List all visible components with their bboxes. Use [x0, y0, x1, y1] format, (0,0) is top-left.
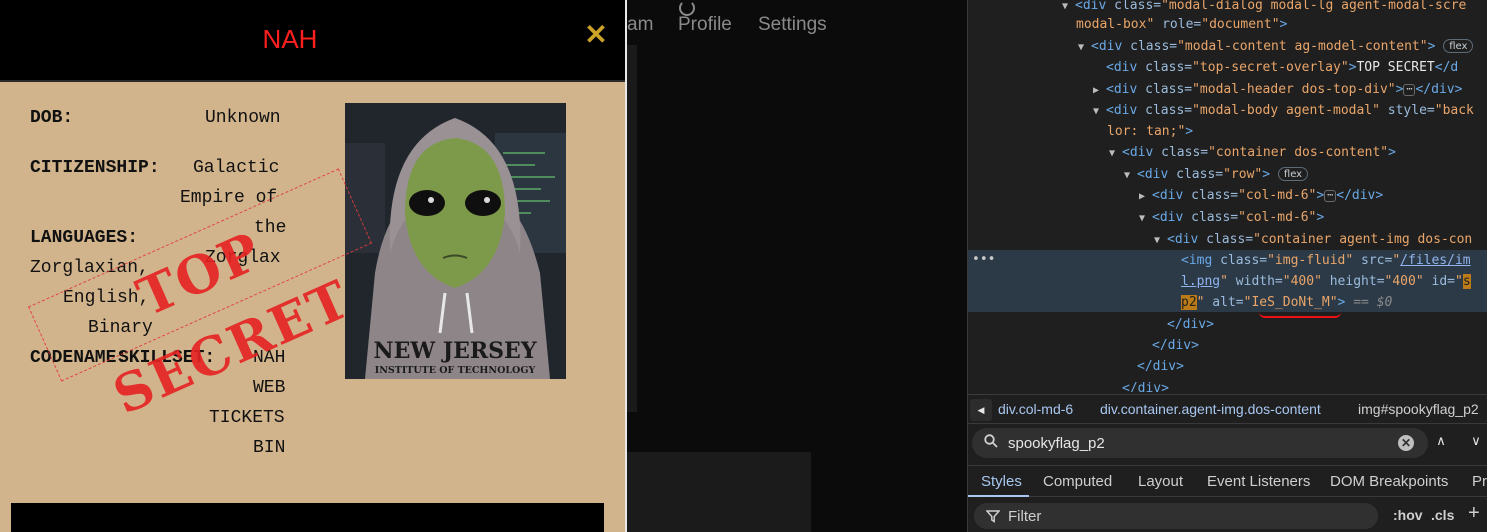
clear-search-icon[interactable]: ✕ — [1398, 435, 1414, 451]
skillset-line: WEB — [253, 378, 286, 398]
next-match-icon[interactable]: ∨ — [1468, 434, 1484, 450]
tree-node-selected[interactable]: l.png" width="400" height="400" id="s — [968, 271, 1487, 292]
agent-modal: NAH ✕ DOB: Unknown CITIZENSHIP: Galactic… — [0, 0, 625, 532]
hoodie-text-line1: NEW JERSEY — [373, 338, 536, 364]
toggle-hover-state-button[interactable]: :hov — [1393, 507, 1423, 523]
languages-label: LANGUAGES: — [30, 228, 139, 248]
modal-body: DOB: Unknown CITIZENSHIP: Galactic Empir… — [0, 84, 625, 532]
img-src-link[interactable]: l.png — [1181, 274, 1220, 289]
filter-icon — [986, 510, 1000, 523]
dob-label: DOB: — [30, 108, 74, 128]
active-tab-indicator — [968, 495, 1029, 497]
nav-item-profile[interactable]: Profile — [678, 14, 732, 36]
skillset-line: BIN — [253, 438, 286, 458]
tree-node-selected[interactable]: <img class="img-fluid" src="/files/im — [968, 250, 1487, 271]
search-icon — [984, 434, 998, 448]
img-src-link[interactable]: /files/im — [1400, 253, 1470, 268]
styles-tabbar: Styles Computed Layout Event Listeners D… — [968, 465, 1487, 497]
search-input[interactable] — [1008, 433, 1388, 453]
nav-item-settings[interactable]: Settings — [758, 14, 827, 36]
background-page: am Profile Settings — [627, 0, 967, 532]
alien-portrait-icon: NEW JERSEY INSTITUTE OF TECHNOLOGY — [345, 103, 566, 379]
flex-badge[interactable]: flex — [1443, 39, 1474, 53]
tree-node[interactable]: </div> — [968, 335, 1487, 356]
tree-node[interactable]: ▼ <div class="container dos-content"> — [968, 142, 1487, 163]
tree-node[interactable]: ▶ <div class="col-md-6"> ⋯ </div> — [968, 185, 1487, 206]
flex-badge[interactable]: flex — [1277, 167, 1309, 181]
tree-node[interactable]: </div> — [968, 356, 1487, 377]
tree-node[interactable]: ▼ <div class="col-md-6"> — [968, 207, 1487, 228]
breadcrumb-item[interactable]: div.container.agent-img.dos-content — [1100, 401, 1321, 417]
dob-value: Unknown — [205, 108, 281, 128]
tab-event-listeners[interactable]: Event Listeners — [1207, 473, 1310, 490]
tree-node[interactable]: </div> — [968, 378, 1487, 392]
modal-footer-bar — [11, 503, 604, 532]
breadcrumb-item[interactable]: div.col-md-6 — [998, 401, 1073, 417]
tab-styles[interactable]: Styles — [981, 473, 1022, 490]
toggle-classes-button[interactable]: .cls — [1431, 507, 1454, 523]
tree-node[interactable]: ▼ <div class="modal-content ag-model-cont… — [968, 36, 1487, 57]
node-actions-icon[interactable]: ••• — [972, 252, 995, 267]
search-match-highlight: s — [1462, 274, 1471, 289]
agent-avatar-image: NEW JERSEY INSTITUTE OF TECHNOLOGY — [345, 103, 566, 379]
citizenship-line: Zorglax — [205, 248, 281, 268]
tree-node[interactable]: modal-box" role="document"> — [968, 14, 1487, 35]
nav-item-partial[interactable]: am — [627, 14, 653, 36]
modal-header: NAH ✕ — [0, 0, 625, 82]
tree-node[interactable]: lor: tan;"> — [968, 121, 1487, 142]
languages-line: English, — [63, 288, 150, 308]
breadcrumb-scroll-left-icon[interactable]: ◀ — [970, 399, 992, 421]
tab-dom-breakpoints[interactable]: DOM Breakpoints — [1330, 473, 1448, 490]
collapsed-ellipsis[interactable]: ⋯ — [1324, 190, 1337, 202]
languages-line: Binary — [88, 318, 153, 338]
tree-node-selected[interactable]: p2" alt="IeS_DoNt_M"> == $0 — [968, 292, 1487, 312]
skillset-label: SKILLSET: — [118, 348, 216, 368]
background-bar — [627, 452, 811, 532]
previous-match-icon[interactable]: ∧ — [1433, 434, 1449, 450]
tree-node[interactable]: ▼ <div class="row"> flex — [968, 164, 1487, 185]
tab-layout[interactable]: Layout — [1138, 473, 1183, 490]
tree-node[interactable]: </div> — [968, 314, 1487, 335]
citizenship-line: Galactic — [193, 158, 280, 178]
tree-node[interactable]: ▼ <div class="container agent-img dos-con — [968, 229, 1487, 250]
tree-node[interactable]: ▶ <div class="modal-header dos-top-div"> ⋯… — [968, 79, 1487, 100]
citizenship-label: CITIZENSHIP: — [30, 158, 160, 178]
collapsed-ellipsis[interactable]: ⋯ — [1403, 84, 1416, 96]
close-icon[interactable]: ✕ — [584, 20, 608, 50]
skillset-line: TICKETS — [209, 408, 285, 428]
dom-search-bar: ✕ — [972, 428, 1428, 458]
devtools-panel: ▼ <div class="modal-dialog modal-lg agent… — [967, 0, 1487, 532]
languages-line: Zorglaxian, — [30, 258, 149, 278]
codename-value: NAH — [253, 348, 286, 368]
styles-filter-bar — [974, 503, 1378, 529]
background-panel — [627, 45, 637, 412]
citizenship-line: the — [254, 218, 287, 238]
tree-node[interactable]: <div class="top-secret-overlay">TOP SECR… — [968, 57, 1487, 78]
elements-tree: ▼ <div class="modal-dialog modal-lg agent… — [968, 0, 1487, 392]
search-match-highlight: p2 — [1181, 295, 1197, 310]
codename-label: CODENAME: — [30, 348, 128, 368]
new-style-rule-button[interactable]: + — [1468, 502, 1480, 525]
tab-computed[interactable]: Computed — [1043, 473, 1112, 490]
breadcrumb-item-selected[interactable]: img#spookyflag_p2 — [1358, 401, 1479, 417]
hoodie-text-line2: INSTITUTE OF TECHNOLOGY — [375, 365, 536, 376]
styles-filter-input[interactable] — [1008, 506, 1368, 526]
tree-node[interactable]: ▼ <div class="modal-body agent-modal" sty… — [968, 100, 1487, 121]
tab-properties[interactable]: Pro — [1472, 473, 1487, 490]
modal-title: NAH — [262, 24, 318, 54]
breadcrumb: ◀ div.col-md-6 div.container.agent-img.d… — [968, 394, 1487, 424]
citizenship-line: Empire of — [180, 188, 278, 208]
